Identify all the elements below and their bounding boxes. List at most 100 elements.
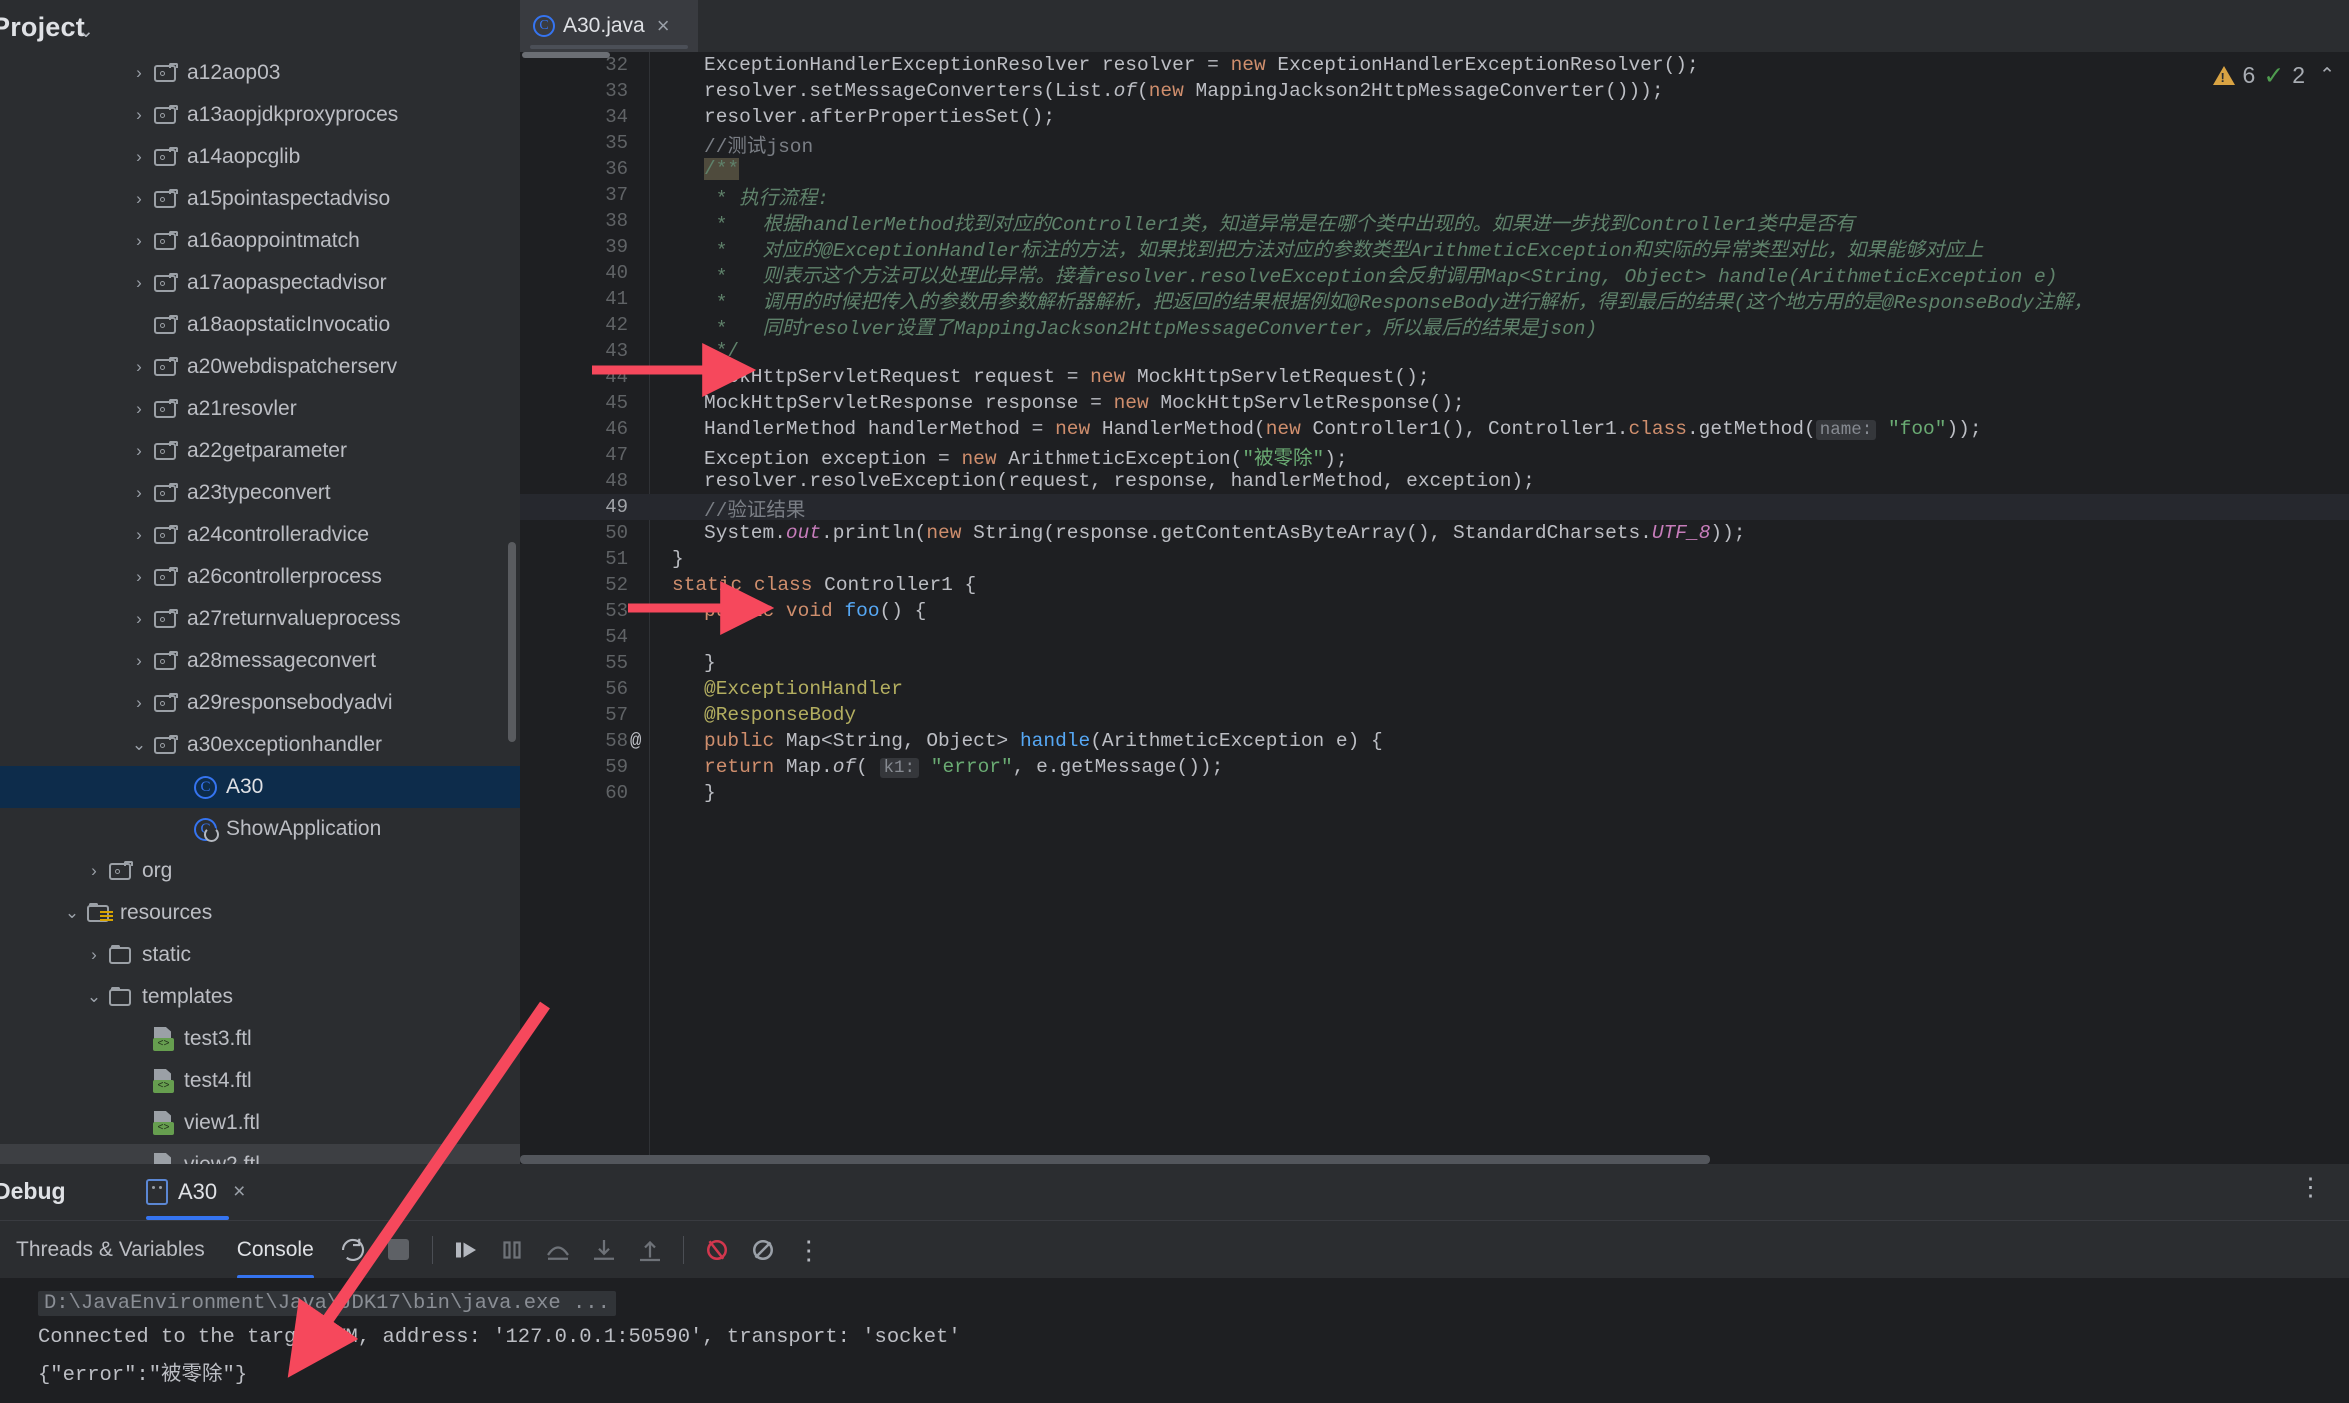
chevron-right-icon[interactable]: › bbox=[128, 525, 150, 545]
chevron-down-icon[interactable]: ⌄ bbox=[128, 735, 150, 755]
code-line[interactable]: 34 resolver.afterPropertiesSet(); bbox=[520, 104, 2349, 130]
code-line[interactable]: 41 * 调用的时候把传入的参数用参数解析器解析，把返回的结果根据例如@Resp… bbox=[520, 286, 2349, 314]
tree-item-a18aopstaticinvocatio[interactable]: ›a18aopstaticInvocatio bbox=[0, 304, 520, 346]
code-line[interactable]: 40 * 则表示这个方法可以处理此异常。接着resolver.resolveEx… bbox=[520, 260, 2349, 288]
project-tool-window-label[interactable]: Project bbox=[0, 12, 85, 43]
chevron-right-icon[interactable]: › bbox=[128, 63, 150, 83]
more-options-icon[interactable]: ⋮ bbox=[2298, 1175, 2323, 1200]
chevron-right-icon[interactable]: › bbox=[83, 861, 105, 881]
tree-item-a30[interactable]: ›CA30 bbox=[0, 766, 520, 808]
tree-item-a26controllerprocess[interactable]: › a26controllerprocess bbox=[0, 556, 520, 598]
step-out-icon[interactable] bbox=[627, 1227, 673, 1273]
chevron-right-icon[interactable]: › bbox=[83, 945, 105, 965]
chevron-right-icon[interactable]: › bbox=[128, 693, 150, 713]
tree-item-a22getparameter[interactable]: › a22getparameter bbox=[0, 430, 520, 472]
chevron-right-icon[interactable]: › bbox=[128, 189, 150, 209]
chevron-right-icon[interactable]: › bbox=[128, 567, 150, 587]
tree-item-static[interactable]: › static bbox=[0, 934, 520, 976]
tab-threads-and-variables[interactable]: Threads & Variables bbox=[0, 1221, 221, 1279]
tree-item-a28messageconvert[interactable]: › a28messageconvert bbox=[0, 640, 520, 682]
code-line[interactable]: 45 MockHttpServletResponse response = new… bbox=[520, 390, 2349, 416]
tree-item-test3-ftl[interactable]: ›<>test3.ftl bbox=[0, 1018, 520, 1060]
tree-item-showapplication[interactable]: ›CShowApplication bbox=[0, 808, 520, 850]
code-line[interactable]: 56 @ExceptionHandler bbox=[520, 676, 2349, 702]
tree-item-a30exceptionhandler[interactable]: ⌄ a30exceptionhandler bbox=[0, 724, 520, 766]
console-output[interactable]: D:\JavaEnvironment\Java\JDK17\bin\java.e… bbox=[0, 1278, 2349, 1403]
project-tree[interactable]: › a12aop03 › a13aopjdkproxyproces › a14aopcgl… bbox=[0, 52, 520, 1164]
tree-item-test4-ftl[interactable]: ›<>test4.ftl bbox=[0, 1060, 520, 1102]
chevron-down-icon[interactable]: ⌄ bbox=[83, 987, 105, 1007]
tree-item-a12aop03[interactable]: › a12aop03 bbox=[0, 52, 520, 94]
annotation-gutter-marker[interactable]: @ bbox=[630, 730, 641, 752]
tree-item-a27returnvalueprocess[interactable]: › a27returnvalueprocess bbox=[0, 598, 520, 640]
tree-item-a16aoppointmatch[interactable]: › a16aoppointmatch bbox=[0, 220, 520, 262]
chevron-right-icon[interactable]: › bbox=[128, 441, 150, 461]
sidebar-scrollbar[interactable] bbox=[508, 542, 516, 742]
step-over-icon[interactable] bbox=[535, 1227, 581, 1273]
code-line[interactable]: 52 static class Controller1 { bbox=[520, 572, 2349, 598]
rerun-icon[interactable] bbox=[330, 1227, 376, 1273]
editor-horizontal-scrollbar[interactable] bbox=[520, 1155, 1710, 1164]
tree-item-org[interactable]: › org bbox=[0, 850, 520, 892]
tree-item-resources[interactable]: ⌄ resources bbox=[0, 892, 520, 934]
debug-session-tab-a30[interactable]: A30 × bbox=[132, 1164, 259, 1220]
code-line[interactable]: 43 */ bbox=[520, 338, 2349, 364]
pause-program-icon[interactable] bbox=[489, 1227, 535, 1273]
code-line[interactable]: 44 MockHttpServletRequest request = new M… bbox=[520, 364, 2349, 390]
tab-console[interactable]: Console bbox=[221, 1221, 330, 1279]
tree-item-a29responsebodyadvi[interactable]: › a29responsebodyadvi bbox=[0, 682, 520, 724]
tree-item-a15pointaspectadviso[interactable]: › a15pointaspectadviso bbox=[0, 178, 520, 220]
tree-item-a14aopcglib[interactable]: › a14aopcglib bbox=[0, 136, 520, 178]
code-line[interactable]: 38 * 根据handlerMethod找到对应的Controller1类，知道… bbox=[520, 208, 2349, 236]
code-line[interactable]: 49 //验证结果 bbox=[520, 494, 2349, 522]
tree-item-a24controlleradvice[interactable]: › a24controlleradvice bbox=[0, 514, 520, 556]
code-line[interactable]: 35 //测试json bbox=[520, 130, 2349, 158]
tree-item-a21resovler[interactable]: › a21resovler bbox=[0, 388, 520, 430]
code-line[interactable]: 55} bbox=[520, 650, 2349, 676]
mute-breakpoints-icon[interactable] bbox=[694, 1227, 740, 1273]
inspection-widget[interactable]: 6 ✓ 2 ⌃ bbox=[2212, 62, 2335, 89]
view-breakpoints-icon[interactable] bbox=[740, 1227, 786, 1273]
tree-item-view2-ftl[interactable]: ›<>view2.ftl bbox=[0, 1144, 520, 1164]
more-options-icon[interactable]: ⋮ bbox=[786, 1227, 832, 1273]
tree-item-a13aopjdkproxyproces[interactable]: › a13aopjdkproxyproces bbox=[0, 94, 520, 136]
code-line[interactable]: 42 * 同时resolver设置了MappingJackson2HttpMes… bbox=[520, 312, 2349, 340]
chevron-right-icon[interactable]: › bbox=[128, 273, 150, 293]
chevron-right-icon[interactable]: › bbox=[128, 399, 150, 419]
tree-item-templates[interactable]: ⌄ templates bbox=[0, 976, 520, 1018]
code-line[interactable]: 57 @ResponseBody bbox=[520, 702, 2349, 728]
code-line[interactable]: 32 ExceptionHandlerExceptionResolver reso… bbox=[520, 52, 2349, 78]
chevron-right-icon[interactable]: › bbox=[128, 231, 150, 251]
chevron-right-icon[interactable]: › bbox=[128, 483, 150, 503]
code-line[interactable]: 47 Exception exception = new ArithmeticEx… bbox=[520, 442, 2349, 470]
code-line[interactable]: 33 resolver.setMessageConverters(List.of(… bbox=[520, 78, 2349, 104]
tree-item-a17aopaspectadvisor[interactable]: › a17aopaspectadvisor bbox=[0, 262, 520, 304]
code-line[interactable]: 46 HandlerMethod handlerMethod = new Hand… bbox=[520, 416, 2349, 442]
chevron-right-icon[interactable]: › bbox=[128, 609, 150, 629]
code-line[interactable]: 60} bbox=[520, 780, 2349, 806]
code-line[interactable]: 53 public void foo() { bbox=[520, 598, 2349, 624]
chevron-up-icon[interactable]: ⌃ bbox=[2319, 64, 2335, 87]
tree-item-a23typeconvert[interactable]: › a23typeconvert bbox=[0, 472, 520, 514]
code-line[interactable]: 51} bbox=[520, 546, 2349, 572]
code-line[interactable]: 54 bbox=[520, 624, 2349, 650]
chevron-right-icon[interactable]: › bbox=[128, 105, 150, 125]
code-line[interactable]: 50 System.out.println(new String(response… bbox=[520, 520, 2349, 546]
code-line[interactable]: 58 @ public Map<String, Object> handle(Ari… bbox=[520, 728, 2349, 754]
tree-item-view1-ftl[interactable]: ›<>view1.ftl bbox=[0, 1102, 520, 1144]
step-into-icon[interactable] bbox=[581, 1227, 627, 1273]
close-icon[interactable]: × bbox=[657, 13, 670, 39]
chevron-down-icon[interactable]: ⌄ bbox=[78, 20, 94, 43]
tree-item-a20webdispatcherserv[interactable]: › a20webdispatcherserv bbox=[0, 346, 520, 388]
chevron-right-icon[interactable]: › bbox=[128, 147, 150, 167]
close-icon[interactable]: × bbox=[233, 1180, 245, 1204]
chevron-right-icon[interactable]: › bbox=[128, 651, 150, 671]
code-editor[interactable]: 32 ExceptionHandlerExceptionResolver reso… bbox=[520, 52, 2349, 1164]
chevron-right-icon[interactable]: › bbox=[128, 357, 150, 377]
code-line[interactable]: 37 * 执行流程: bbox=[520, 182, 2349, 210]
code-line[interactable]: 48 resolver.resolveException(request, res… bbox=[520, 468, 2349, 494]
code-line[interactable]: 39 * 对应的@ExceptionHandler标注的方法，如果找到把方法对应… bbox=[520, 234, 2349, 262]
code-text[interactable]: 32 ExceptionHandlerExceptionResolver reso… bbox=[520, 52, 2349, 1164]
chevron-down-icon[interactable]: ⌄ bbox=[61, 903, 83, 923]
resume-program-icon[interactable] bbox=[443, 1227, 489, 1273]
